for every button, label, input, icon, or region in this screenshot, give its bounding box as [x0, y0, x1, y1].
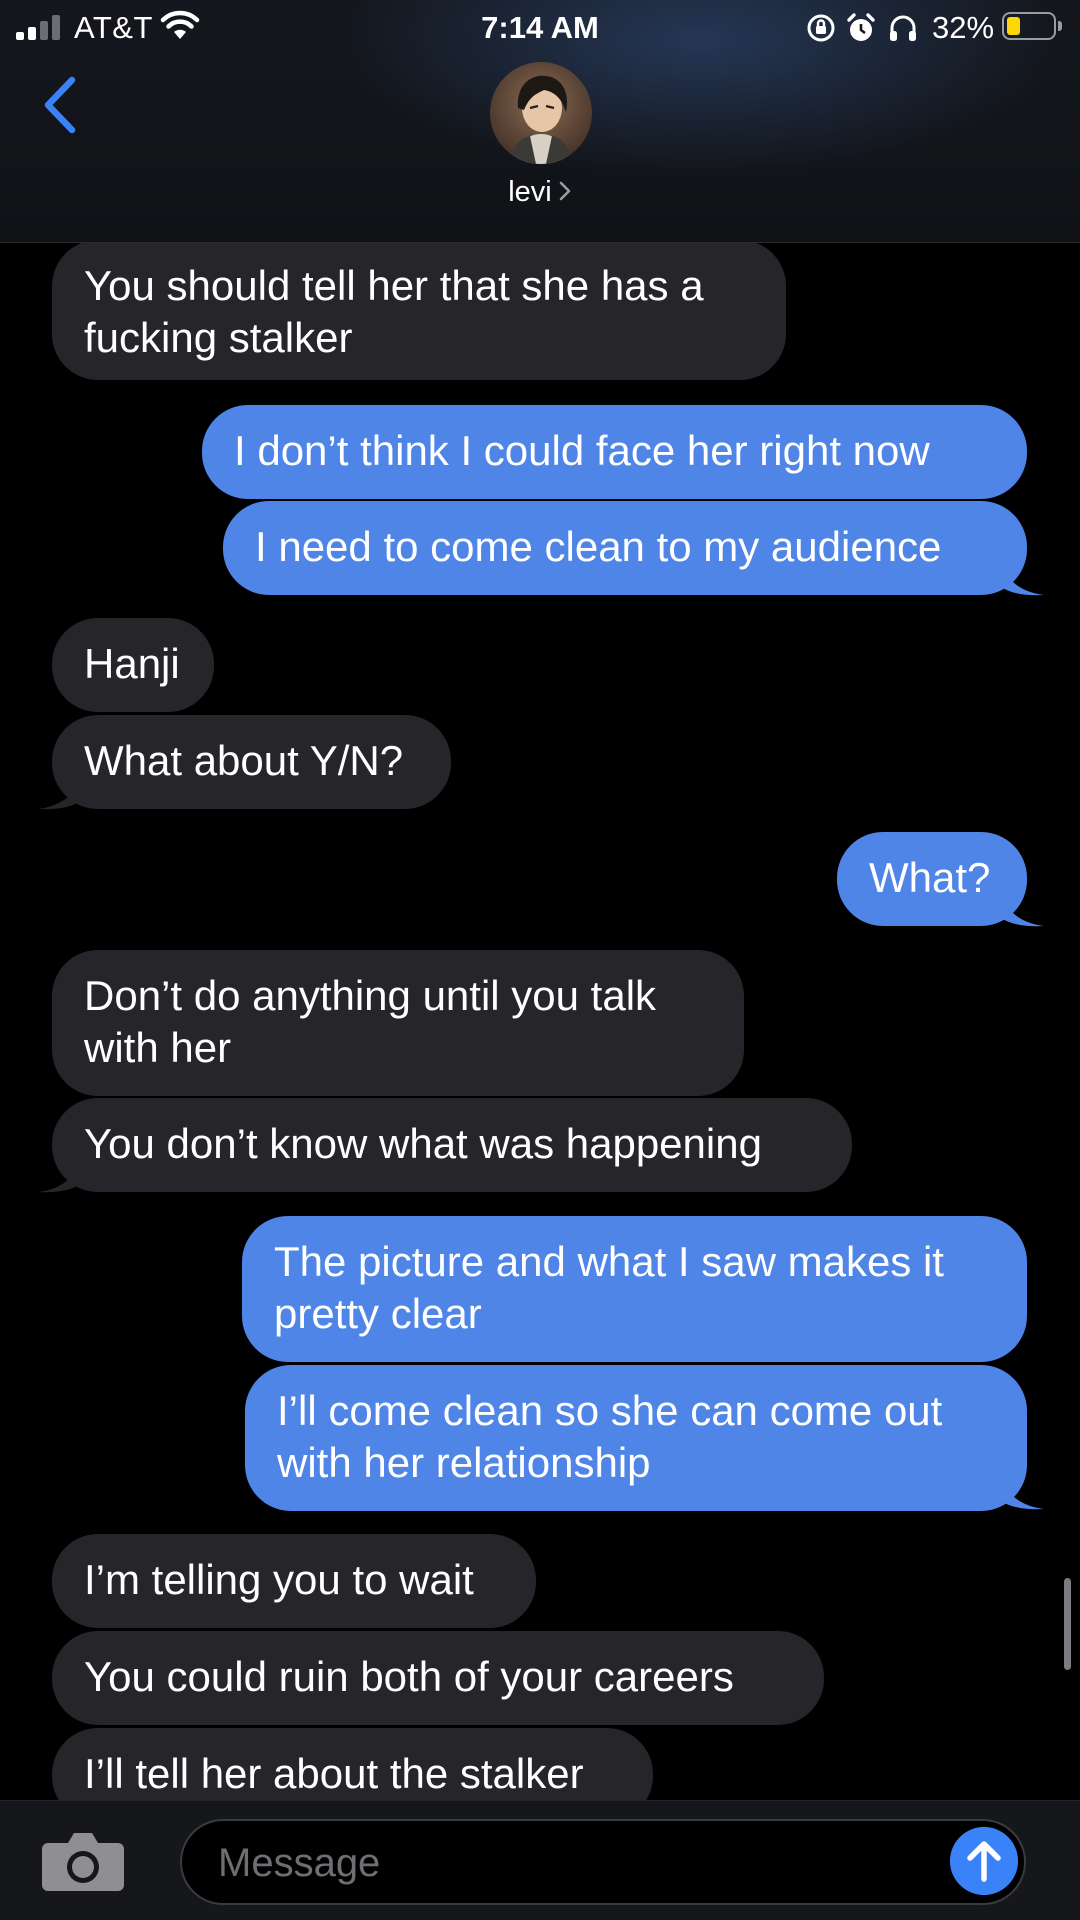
message-bubble-outgoing[interactable]: I’ll come clean so she can come out with… — [245, 1365, 1027, 1511]
alarm-icon — [847, 13, 875, 41]
battery-fill — [1007, 17, 1020, 35]
message-input-bar: Message — [0, 1800, 1080, 1920]
bubble-tail-outgoing — [1000, 1474, 1044, 1510]
bubble-tail-incoming — [38, 774, 82, 810]
contact-details-button[interactable]: levi — [0, 176, 1080, 209]
battery-cap — [1058, 21, 1062, 31]
chevron-left-icon — [44, 76, 76, 134]
status-bar: AT&T 7:14 AM 32% — [0, 0, 1080, 56]
message-bubble-outgoing[interactable]: What? — [837, 832, 1027, 926]
chevron-right-icon — [559, 182, 571, 201]
bubble-tail-outgoing — [1000, 891, 1044, 927]
message-thread[interactable]: You should tell her that she has a fucki… — [0, 0, 1080, 1800]
battery-percent: 32% — [932, 10, 995, 45]
message-bubble-incoming[interactable]: Don’t do anything until you talk with he… — [52, 950, 744, 1096]
bubble-tail-outgoing — [1000, 560, 1044, 596]
message-bubble-incoming[interactable]: You could ruin both of your careers — [52, 1631, 824, 1725]
message-bubble-incoming[interactable]: I’m telling you to wait — [52, 1534, 536, 1628]
message-bubble-incoming[interactable]: Hanji — [52, 618, 214, 712]
conversation-header: AT&T 7:14 AM 32% levi — [0, 0, 1080, 243]
message-bubble-incoming[interactable]: I’ll tell her about the stalker — [52, 1728, 653, 1800]
message-bubble-outgoing[interactable]: I need to come clean to my audience — [223, 501, 1027, 595]
battery-icon — [1002, 12, 1056, 40]
contact-name: levi — [508, 176, 552, 208]
back-button[interactable] — [36, 72, 86, 138]
message-bubble-incoming[interactable]: You don’t know what was happening — [52, 1098, 852, 1192]
message-placeholder: Message — [218, 1841, 381, 1885]
message-bubble-outgoing[interactable]: The picture and what I saw makes it pret… — [242, 1216, 1027, 1362]
message-input[interactable]: Message — [180, 1819, 1026, 1905]
send-button[interactable] — [950, 1827, 1018, 1895]
message-bubble-incoming[interactable]: You should tell her that she has a fucki… — [52, 240, 786, 380]
message-bubble-outgoing[interactable]: I don’t think I could face her right now — [202, 405, 1027, 499]
contact-avatar[interactable] — [490, 62, 592, 164]
orientation-lock-icon — [807, 14, 835, 42]
camera-icon[interactable] — [40, 1829, 126, 1893]
bubble-tail-incoming — [38, 1157, 82, 1193]
messages-screen: You should tell her that she has a fucki… — [0, 0, 1080, 1920]
headphones-icon — [890, 15, 916, 41]
message-bubble-incoming[interactable]: What about Y/N? — [52, 715, 451, 809]
scroll-indicator[interactable] — [1064, 1578, 1071, 1670]
